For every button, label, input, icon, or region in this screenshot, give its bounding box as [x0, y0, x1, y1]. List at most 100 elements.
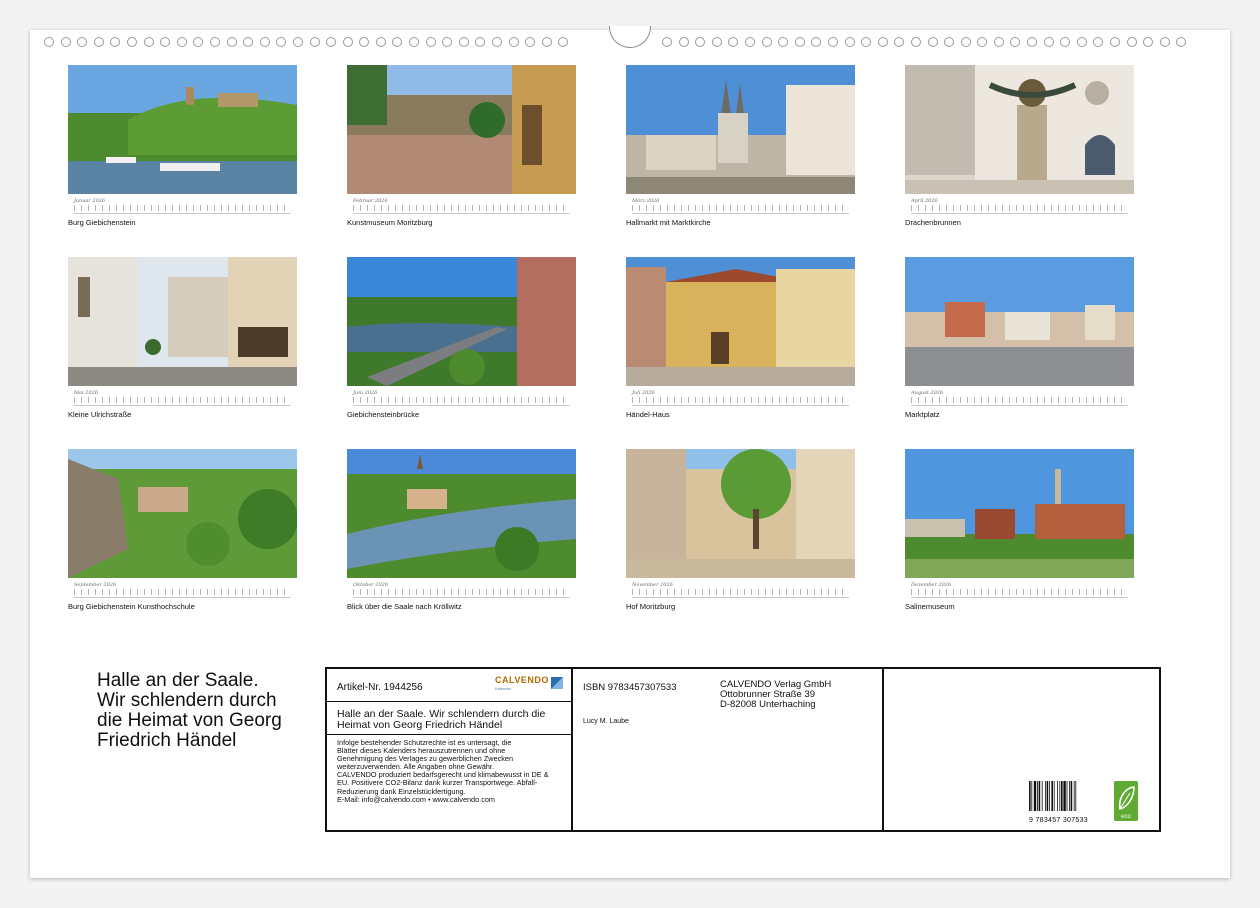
binding-hole: [1110, 37, 1121, 47]
binding-hole: [728, 37, 739, 47]
month-name: Oktober 2026: [353, 582, 389, 588]
binding-hole: [492, 37, 503, 47]
mini-calendar: Dezember 2026: [905, 582, 1134, 598]
month-photo: [347, 257, 576, 386]
binding-hole: [209, 37, 220, 47]
leaf-icon: eco: [1118, 786, 1135, 820]
hanger-cutout: [609, 26, 651, 48]
binding-hole: [1043, 37, 1054, 47]
binding-hole: [993, 37, 1004, 47]
binding-hole: [744, 37, 755, 47]
binding-hole: [93, 37, 104, 47]
article-number: Artikel-Nr. 1944256: [337, 682, 423, 693]
binding-hole: [1027, 37, 1038, 47]
binding-hole: [126, 37, 137, 47]
month-page: Januar 2026 Burg Giebichenstein: [68, 65, 297, 227]
month-name: März 2026: [632, 198, 660, 204]
binding-hole: [525, 37, 536, 47]
photo-caption: Hallmarkt mit Marktkirche: [626, 218, 711, 227]
binding-hole: [409, 37, 420, 47]
binding-hole: [176, 37, 187, 47]
month-photo: [68, 65, 297, 194]
binding-hole: [960, 37, 971, 47]
month-page: Mai 2026 Kleine Ulrichstraße: [68, 257, 297, 419]
binding-hole: [861, 37, 872, 47]
binding-hole: [160, 37, 171, 47]
photo-caption: Burg Giebichenstein Kunsthochschule: [68, 602, 195, 611]
binding-hole: [309, 37, 320, 47]
info-box: Artikel-Nr. 1944256 CALVENDO Kalender Ha…: [325, 667, 1161, 832]
month-photo: [626, 449, 855, 578]
month-name: November 2026: [632, 582, 673, 588]
mini-calendar: August 2026: [905, 390, 1134, 406]
binding-hole: [1010, 37, 1021, 47]
article-row: Artikel-Nr. 1944256 CALVENDO Kalender: [327, 669, 571, 702]
month-page: März 2026 Hallmarkt mit Marktkirche: [626, 65, 855, 227]
day-strip: [74, 397, 290, 403]
binding-hole: [1176, 37, 1187, 47]
photo-caption: Burg Giebichenstein: [68, 218, 136, 227]
calendar-title: Halle an der Saale. Wir schlendern durch…: [97, 670, 282, 751]
legal-notice: Infolge bestehender Schutzrechte ist es …: [337, 738, 549, 804]
mini-calendar: November 2026: [626, 582, 855, 598]
binding-hole: [794, 37, 805, 47]
binding-hole: [143, 37, 154, 47]
month-photo: [905, 449, 1134, 578]
month-name: Dezember 2026: [911, 582, 952, 588]
binding-hole: [711, 37, 722, 47]
month-page: Februar 2026 Kunstmuseum Moritzburg: [347, 65, 576, 227]
binding-hole: [44, 37, 54, 47]
svg-text:eco: eco: [1121, 814, 1131, 820]
binding-hole: [375, 37, 386, 47]
day-strip: [74, 205, 290, 211]
month-page: November 2026 Hof Moritzburg: [626, 449, 855, 611]
day-strip: [353, 589, 569, 595]
binding-hole: [77, 37, 88, 47]
author: Lucy M. Laube: [583, 718, 629, 725]
month-photo: [626, 257, 855, 386]
binding-hole: [392, 37, 403, 47]
mini-calendar: Juni 2026: [347, 390, 576, 406]
binding-hole: [326, 37, 337, 47]
photo-caption: Hof Moritzburg: [626, 602, 676, 611]
binding-hole: [877, 37, 888, 47]
day-strip: [911, 397, 1127, 403]
photo-caption: Salinemuseum: [905, 602, 955, 611]
month-name: Juli 2026: [632, 390, 655, 396]
binding-hole: [678, 37, 689, 47]
month-name: April 2026: [911, 198, 938, 204]
mini-calendar: Januar 2026: [68, 198, 297, 214]
binding-hole: [292, 37, 303, 47]
month-photo: [68, 257, 297, 386]
barcode: 9 783457 307533: [1029, 781, 1093, 824]
binding-hole: [778, 37, 789, 47]
photo-caption: Blick über die Saale nach Kröllwitz: [347, 602, 462, 611]
binding-hole: [243, 37, 254, 47]
binding-hole: [1093, 37, 1104, 47]
binding-hole: [508, 37, 519, 47]
binding-hole: [1076, 37, 1087, 47]
binding-hole: [927, 37, 938, 47]
photo-caption: Marktplatz: [905, 410, 940, 419]
month-photo: [905, 257, 1134, 386]
day-strip: [353, 397, 569, 403]
binding-hole: [60, 37, 71, 47]
photo-caption: Kleine Ulrichstraße: [68, 410, 132, 419]
day-strip: [632, 205, 848, 211]
binding-hole: [259, 37, 270, 47]
month-name: September 2026: [74, 582, 117, 588]
info-column-article: Artikel-Nr. 1944256 CALVENDO Kalender Ha…: [327, 669, 573, 830]
info-column-barcode: 9 783457 307533 eco: [884, 669, 1159, 830]
calvendo-logo: CALVENDO Kalender: [495, 675, 565, 695]
month-page: Oktober 2026 Blick über die Saale nach Kr…: [347, 449, 576, 611]
month-page: Juli 2026 Händel-Haus: [626, 257, 855, 419]
day-strip: [74, 589, 290, 595]
month-photo: [347, 449, 576, 578]
calvendo-logo-icon: [551, 677, 563, 689]
binding-hole: [359, 37, 370, 47]
month-page: Juni 2026 Giebichensteinbrücke: [347, 257, 576, 419]
month-page: April 2026 Drachenbrunnen: [905, 65, 1134, 227]
binding-hole: [695, 37, 706, 47]
month-photo: [347, 65, 576, 194]
binding-hole: [475, 37, 486, 47]
